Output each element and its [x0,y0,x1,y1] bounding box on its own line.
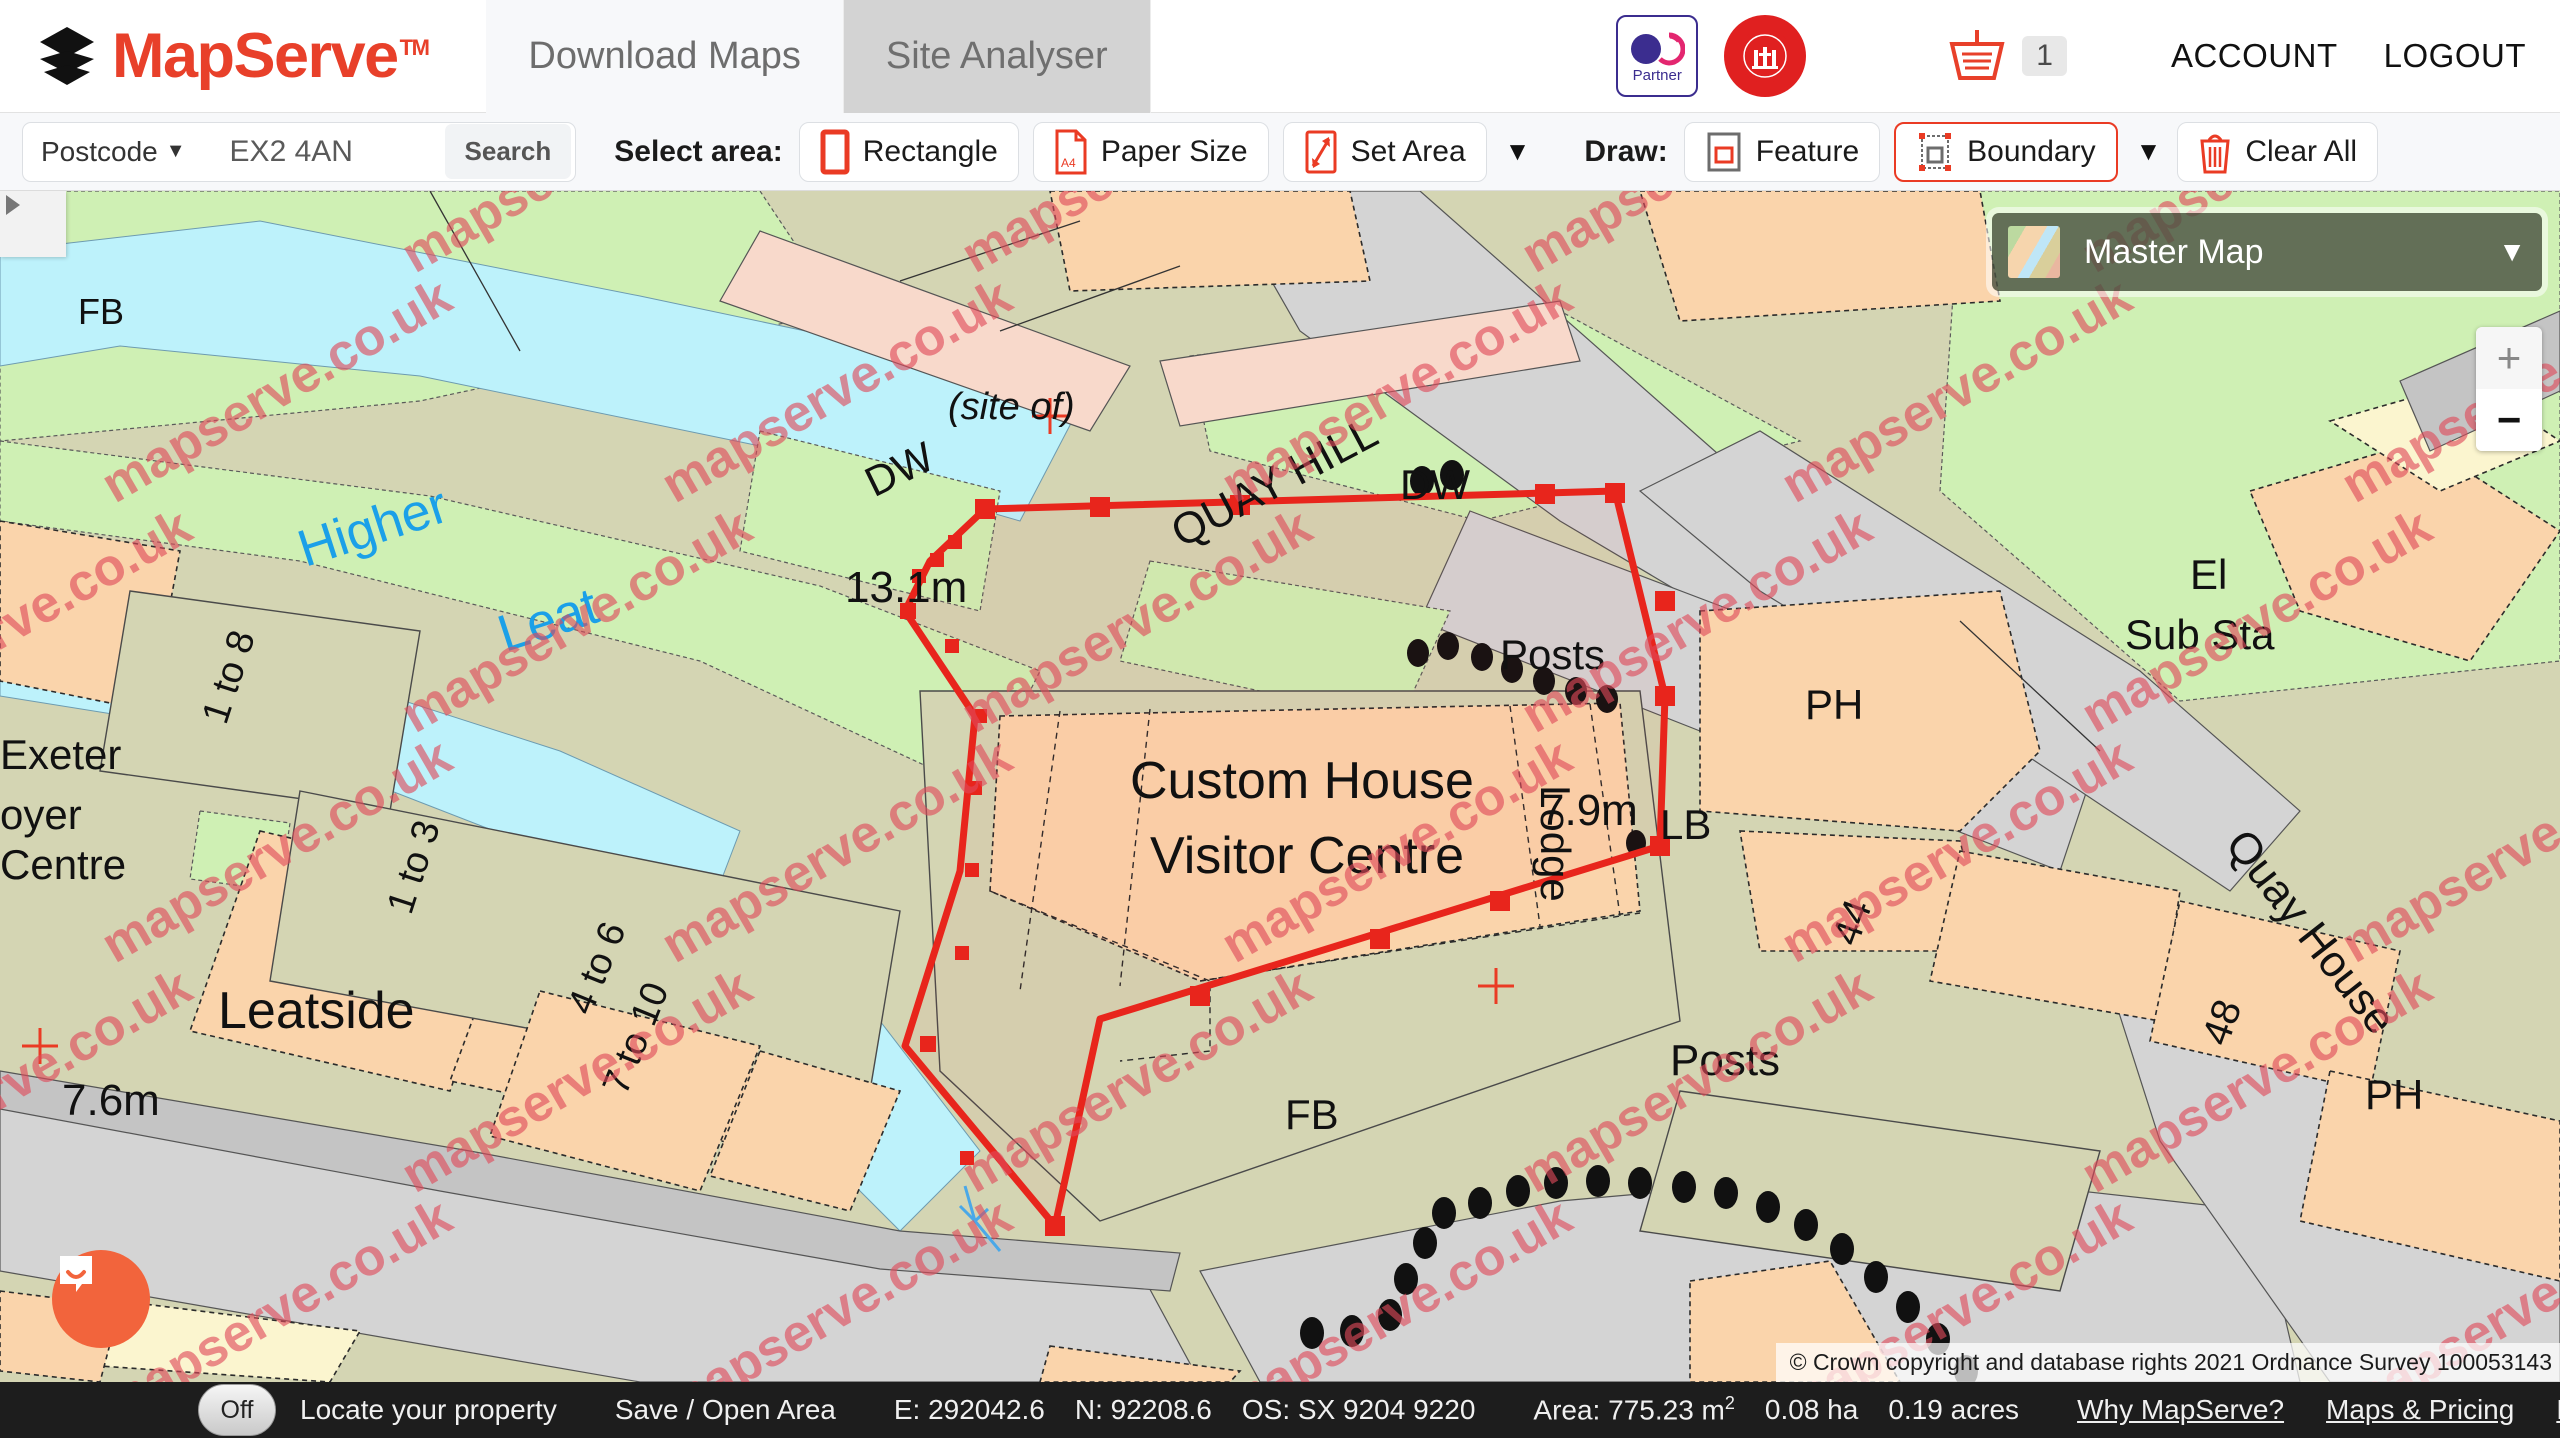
postcode-input[interactable] [229,134,445,169]
location-search-group: Postcode ▼ Search [22,121,577,182]
tab-site-analyser[interactable]: Site Analyser [843,0,1151,113]
save-open-area-link[interactable]: Save / Open Area [615,1394,836,1426]
os-logo-icon [1631,32,1686,66]
draw-label: Draw: [1584,134,1668,168]
maps-pricing-link[interactable]: Maps & Pricing [2326,1394,2514,1426]
app-header: MapServeTM Download Maps Site Analyser P… [0,0,2560,113]
status-bar: Off Locate your property Save / Open Are… [0,1382,2560,1438]
side-panel-toggle[interactable] [0,191,66,257]
locate-property-toggle[interactable]: Off [198,1384,276,1436]
header-right-group: Partner 1 ACCOUNT LOGOUT [1616,15,2560,97]
area-label: Area: [1533,1394,1601,1426]
master-map-selector[interactable]: Master Map ▼ [1992,213,2542,291]
master-map-thumbnail [2008,226,2060,278]
area-acres-value: 0.19 acres [1888,1394,2020,1425]
locate-property-label[interactable]: Locate your property [300,1394,557,1426]
draw-feature-button[interactable]: Feature [1683,121,1881,182]
brand-tm: TM [399,35,430,60]
search-type-label: Postcode [41,135,158,167]
logout-link[interactable]: LOGOUT [2384,37,2526,75]
os-partner-label: Partner [1632,66,1682,84]
search-type-select[interactable]: Postcode ▼ [41,136,186,168]
draw-more-dropdown[interactable]: ▼ [2136,136,2162,167]
chevron-down-icon[interactable]: ▼ [2498,236,2526,268]
account-link[interactable]: ACCOUNT [2171,37,2338,75]
rectangle-icon [820,129,850,174]
cart-button[interactable]: 1 [1946,28,2067,84]
basket-icon [1949,30,2005,80]
draw-boundary-button[interactable]: Boundary [1894,121,2118,182]
select-area-rectangle-button[interactable]: Rectangle [798,121,1019,182]
diagonal-arrow-icon [1305,130,1337,173]
os-partner-badge[interactable]: Partner [1616,15,1699,97]
map-copyright: © Crown copyright and database rights 20… [1775,1343,2560,1382]
a4-page-icon: A4 [1055,129,1087,174]
os-grid-value: OS: SX 9204 9220 [1241,1394,1476,1425]
search-button[interactable]: Search [444,124,572,179]
brand-name: MapServe [112,21,399,91]
draw-boundary-label: Boundary [1967,134,2096,168]
layers-diamond-icon [40,27,94,85]
zoom-controls: + − [2476,327,2542,451]
select-area-set-area-button[interactable]: Set Area [1282,121,1487,182]
master-map-label: Master Map [2084,232,2264,271]
select-area-rectangle-label: Rectangle [862,134,998,168]
select-area-more-dropdown[interactable]: ▼ [1505,136,1531,167]
easting-value: E: 292042.6 [893,1394,1045,1425]
trash-icon [2200,134,2230,173]
why-mapserve-link[interactable]: Why MapServe? [2077,1394,2284,1426]
boundary-polygon-icon [1919,132,1952,171]
select-area-set-area-label: Set Area [1350,134,1466,168]
brand-logo[interactable]: MapServeTM [0,20,430,92]
svg-text:A4: A4 [1061,156,1076,170]
riba-cpd-badge[interactable] [1724,15,1807,97]
area-hectares-value: 0.08 ha [1764,1394,1859,1425]
clear-all-button[interactable]: Clear All [2177,121,2379,182]
select-area-paper-size-button[interactable]: A4 Paper Size [1032,121,1269,182]
area-readout: Area: 775.23 m2 [1533,1393,1734,1426]
cart-count-badge: 1 [2022,36,2067,76]
main-nav-tabs: Download Maps Site Analyser [486,0,1151,113]
intercom-chat-button[interactable] [52,1250,150,1348]
chevron-down-icon: ▼ [165,140,186,162]
mapserve-app: MapServeTM Download Maps Site Analyser P… [0,0,2560,1438]
feature-polygon-icon [1707,132,1741,171]
chevron-right-icon [6,195,20,215]
os-map-rendering: .bld { fill:#fad4ab; stroke:#2b2b2b; str… [0,191,2560,1382]
clear-all-label: Clear All [2245,134,2358,168]
map-canvas[interactable]: .bld { fill:#fad4ab; stroke:#2b2b2b; str… [0,191,2560,1382]
riba-seal-icon [1738,29,1793,83]
blog-link[interactable]: Blog [2556,1394,2560,1426]
select-area-paper-size-label: Paper Size [1100,134,1248,168]
northing-value: N: 92208.6 [1074,1394,1212,1425]
map-toolbar: Postcode ▼ Search Select area: Rectangle… [0,113,2560,191]
zoom-out-button[interactable]: − [2476,389,2542,451]
draw-feature-label: Feature [1755,134,1860,168]
area-m2-value: 775.23 m [1608,1394,1725,1426]
select-area-label: Select area: [614,134,783,168]
tab-download-maps[interactable]: Download Maps [486,0,844,113]
chat-bubble-icon [60,1256,92,1292]
area-m2-superscript: 2 [1724,1393,1735,1414]
zoom-in-button[interactable]: + [2476,327,2542,389]
